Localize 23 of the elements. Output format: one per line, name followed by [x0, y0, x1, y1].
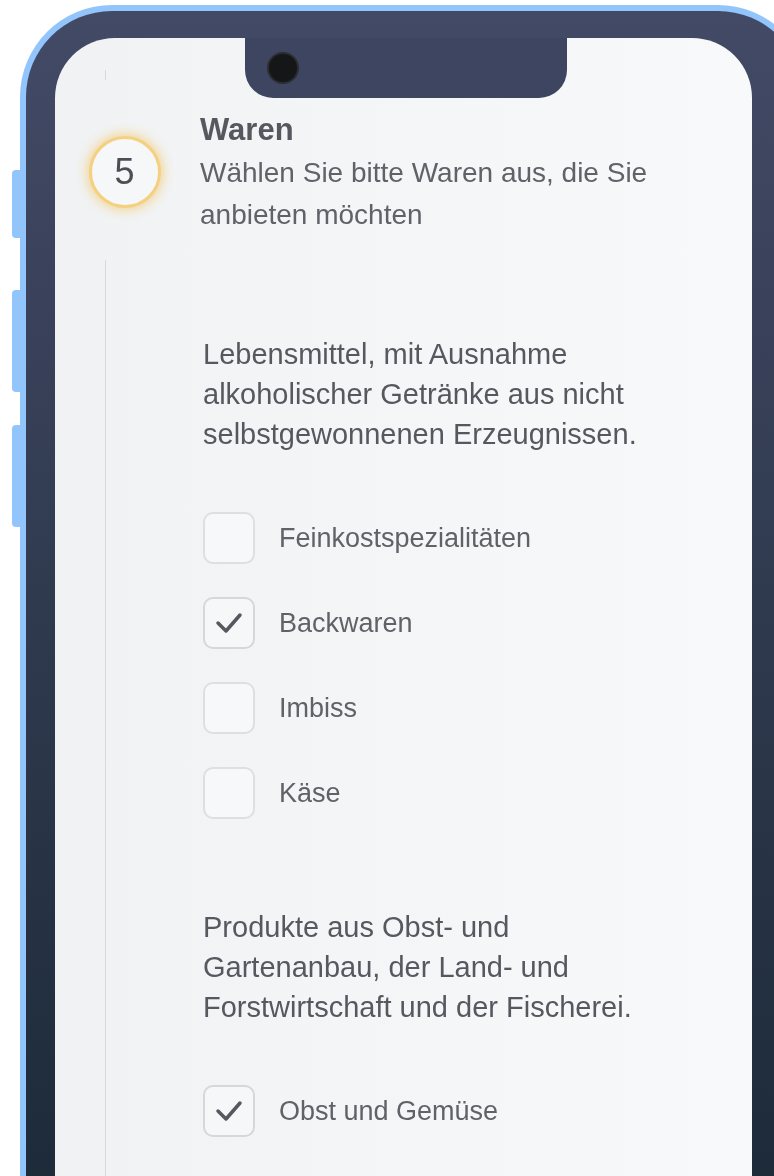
checkbox-option[interactable]: Imbiss: [203, 682, 744, 734]
step-number: 5: [88, 136, 161, 208]
checkbox-option[interactable]: Feinkostspezialitäten: [203, 512, 744, 564]
option-label: Backwaren: [279, 606, 413, 640]
step-subtitle: Wählen Sie bitte Waren aus, die Sie anbieten möchten: [200, 156, 649, 232]
option-label: Feinkostspezialitäten: [279, 521, 532, 555]
option-label: Imbiss: [279, 691, 357, 725]
checkbox[interactable]: [203, 1085, 255, 1137]
checkbox[interactable]: [203, 597, 255, 649]
option-label: Käse: [279, 776, 341, 810]
section-heading: Lebensmittel, mit Ausnahme alkoholischer Getränke aus nicht selbstgewonnenen Erzeugnissen.: [203, 337, 638, 452]
camera-icon: [267, 52, 299, 84]
checkmark-icon: [215, 1100, 243, 1122]
checkbox-option[interactable]: Backwaren: [203, 597, 744, 649]
checkmark-icon: [215, 612, 243, 634]
checkbox[interactable]: [203, 682, 255, 734]
checkbox[interactable]: [203, 512, 255, 564]
step-title: Waren: [200, 112, 295, 148]
option-label: Obst und Gemüse: [279, 1094, 499, 1128]
checkbox-option[interactable]: Käse: [203, 767, 744, 819]
checkbox-option[interactable]: Obst und Gemüse: [203, 1085, 744, 1137]
checkbox[interactable]: [203, 767, 255, 819]
section-heading: Produkte aus Obst- und Gartenanbau, der Land- und Forstwirtschaft und der Fischerei.: [203, 910, 633, 1025]
